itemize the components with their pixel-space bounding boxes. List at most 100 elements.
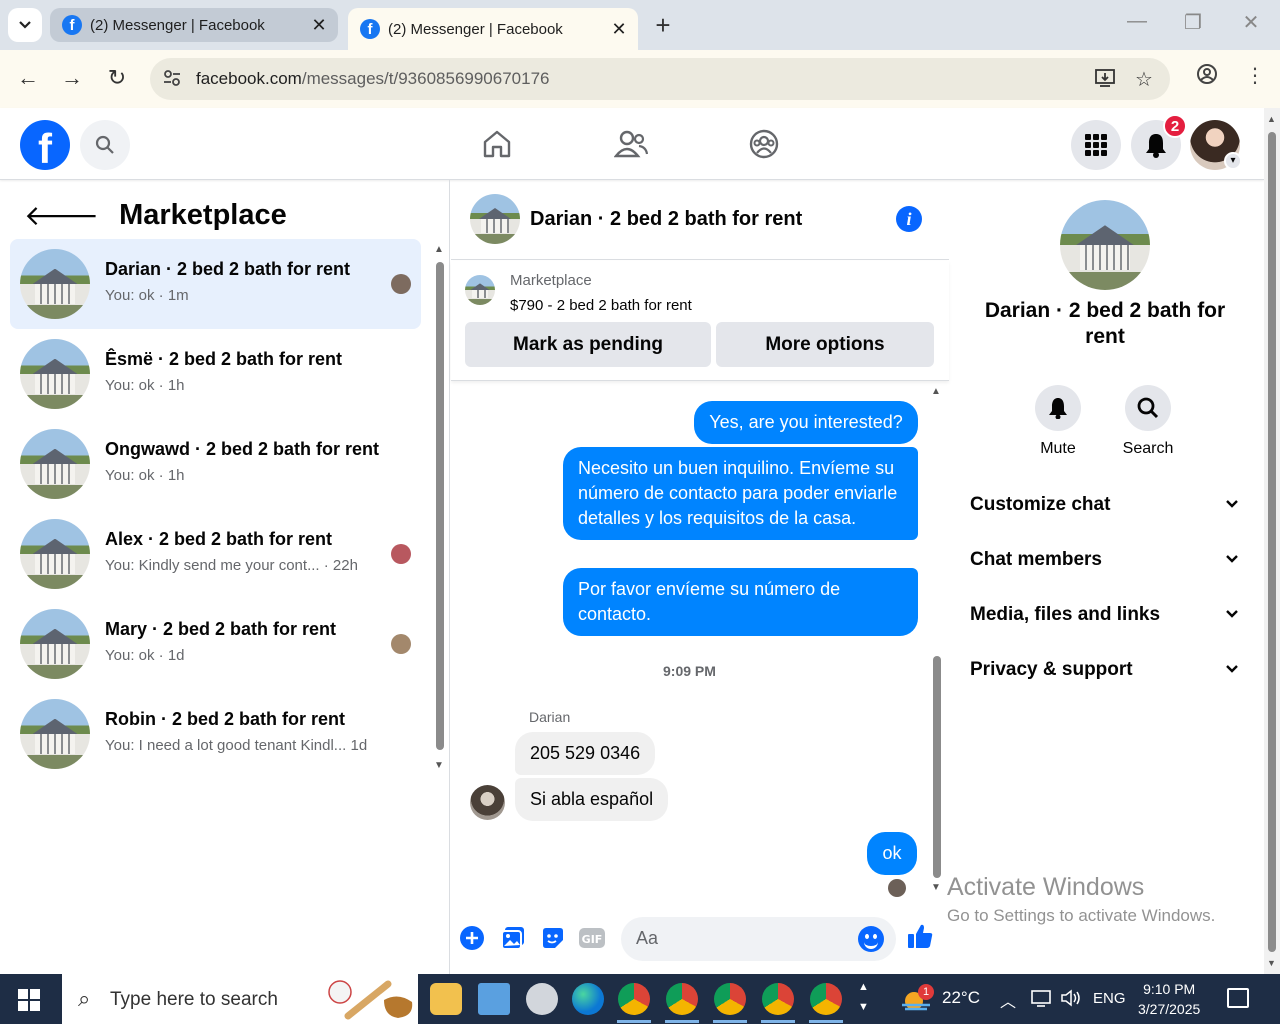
chat-avatar[interactable] — [470, 194, 520, 244]
back-arrow-icon[interactable]: ← — [13, 63, 43, 93]
more-options-button[interactable]: More options — [716, 322, 934, 367]
groups-icon[interactable] — [746, 126, 782, 162]
install-app-icon[interactable] — [1094, 67, 1116, 95]
chrome-icon[interactable] — [762, 983, 794, 1015]
windows-start-icon[interactable] — [18, 989, 40, 1011]
chrome-icon[interactable] — [618, 983, 650, 1015]
chat-scrollbar[interactable]: ▲ ▼ — [931, 386, 943, 896]
file-explorer-icon[interactable] — [430, 983, 462, 1015]
outgoing-message[interactable]: Por favor envíeme su número de contacto. — [563, 568, 918, 636]
chrome-icon[interactable] — [714, 983, 746, 1015]
friends-icon[interactable] — [613, 126, 649, 162]
privacy-support-section[interactable]: Privacy & support — [970, 659, 1240, 689]
page-scrollbar[interactable]: ▲ ▼ — [1264, 108, 1280, 974]
scrollbar-thumb[interactable] — [436, 262, 444, 750]
conversation-item[interactable]: Mary · 2 bed 2 bath for rent You: ok · 1… — [10, 599, 421, 689]
customize-chat-section[interactable]: Customize chat — [970, 494, 1240, 524]
emoji-icon[interactable] — [858, 926, 884, 952]
mute-button[interactable]: Mute — [1018, 385, 1098, 458]
mark-as-pending-button[interactable]: Mark as pending — [465, 322, 711, 367]
sticker-icon[interactable] — [539, 924, 567, 952]
volume-icon[interactable] — [1060, 988, 1082, 1013]
incoming-message[interactable]: 205 529 0346 — [515, 732, 656, 775]
chrome-icon[interactable] — [666, 983, 698, 1015]
chat-details-avatar[interactable] — [1060, 200, 1150, 290]
scrollbar-thumb[interactable] — [1268, 132, 1276, 952]
listing-thumbnail[interactable] — [465, 275, 495, 305]
photo-icon[interactable] — [499, 924, 527, 952]
conversation-item[interactable]: Robin · 2 bed 2 bath for rent You: I nee… — [10, 689, 421, 779]
weather-temperature[interactable]: 22°C — [942, 988, 980, 1008]
restore-icon[interactable]: ❐ — [1178, 10, 1208, 35]
network-icon[interactable] — [1030, 988, 1052, 1013]
forward-arrow-icon[interactable]: → — [57, 63, 87, 93]
facebook-search-button[interactable] — [80, 120, 130, 170]
menu-grid-button[interactable] — [1071, 120, 1121, 170]
chat-title[interactable]: Darian · 2 bed 2 bath for rent — [530, 208, 802, 231]
snipping-tool-icon[interactable] — [526, 983, 558, 1015]
browser-menu-icon[interactable]: ⋮ — [1245, 63, 1265, 88]
listing-price-title[interactable]: $790 - 2 bed 2 bath for rent — [510, 297, 692, 314]
info-icon[interactable]: i — [896, 206, 922, 232]
weather-badge: 1 — [918, 984, 934, 1000]
browser-tab-2[interactable]: f (2) Messenger | Facebook ✕ — [348, 8, 638, 50]
conversation-item[interactable]: Darian · 2 bed 2 bath for rent You: ok ·… — [10, 239, 421, 329]
outgoing-message[interactable]: ok — [867, 832, 917, 875]
bookmark-star-icon[interactable]: ☆ — [1135, 67, 1153, 92]
facebook-favicon-icon: f — [62, 15, 82, 35]
close-tab-icon[interactable]: ✕ — [306, 15, 332, 36]
incoming-message[interactable]: Si abla español — [515, 778, 669, 821]
language-indicator[interactable]: ENG — [1093, 990, 1126, 1007]
profile-icon[interactable] — [1196, 63, 1218, 91]
scroll-down-arrow-icon[interactable]: ▼ — [931, 882, 941, 893]
gif-icon[interactable]: GIF — [578, 924, 606, 952]
close-window-icon[interactable]: ✕ — [1236, 10, 1266, 35]
chevron-down-icon — [1226, 610, 1238, 618]
home-icon[interactable] — [479, 126, 515, 162]
scroll-up-arrow-icon[interactable]: ▲ — [931, 386, 941, 397]
tab-search-button[interactable] — [8, 8, 42, 42]
message-input[interactable]: Aa — [621, 917, 896, 961]
chrome-icon[interactable] — [810, 983, 842, 1015]
search-in-chat-button[interactable]: Search — [1108, 385, 1188, 458]
chat-members-section[interactable]: Chat members — [970, 549, 1240, 579]
edge-icon[interactable] — [572, 983, 604, 1015]
scrollbar-thumb[interactable] — [933, 656, 941, 878]
close-tab-icon[interactable]: ✕ — [606, 19, 632, 40]
active-app-indicator — [665, 1020, 699, 1023]
new-tab-button[interactable]: + — [648, 10, 678, 40]
back-arrow-icon[interactable]: 🡐 — [24, 198, 99, 232]
media-files-links-section[interactable]: Media, files and links — [970, 604, 1240, 634]
conversation-item[interactable]: Alex · 2 bed 2 bath for rent You: Kindly… — [10, 509, 421, 599]
listing-thumbnail — [20, 249, 90, 319]
taskbar-scroll-arrows[interactable]: ▲ ▼ — [858, 977, 869, 1017]
site-info-icon[interactable] — [162, 68, 182, 93]
browser-tab-1[interactable]: f (2) Messenger | Facebook ✕ — [50, 8, 338, 42]
scroll-down-arrow-icon[interactable]: ▼ — [434, 760, 444, 771]
outgoing-message[interactable]: Necesito un buen inquilino. Envíeme su n… — [563, 447, 918, 540]
plus-icon[interactable] — [458, 924, 486, 952]
reload-icon[interactable]: ↻ — [102, 63, 132, 93]
chevron-up-icon[interactable]: ︿ — [1000, 988, 1016, 1012]
facebook-logo-icon[interactable]: f — [20, 120, 70, 170]
scroll-up-arrow-icon[interactable]: ▲ — [434, 244, 444, 255]
chevron-down-icon[interactable]: ▾ — [1224, 152, 1242, 170]
outgoing-message[interactable]: Yes, are you interested? — [694, 401, 918, 444]
scroll-down-arrow-icon[interactable]: ▼ — [1267, 958, 1276, 968]
address-bar[interactable]: facebook.com/messages/t/9360856990670176… — [150, 58, 1170, 100]
active-app-indicator — [617, 1020, 651, 1023]
pc-icon[interactable] — [478, 983, 510, 1015]
sender-avatar[interactable] — [470, 785, 505, 820]
conversation-list-scrollbar[interactable]: ▲ ▼ — [434, 244, 446, 774]
conversation-item[interactable]: Êsmë · 2 bed 2 bath for rent You: ok · 1… — [10, 329, 421, 419]
conversation-item[interactable]: Ongwawd · 2 bed 2 bath for rent You: ok … — [10, 419, 421, 509]
thumbs-up-icon[interactable] — [906, 922, 934, 950]
conversation-name: Mary · 2 bed 2 bath for rent — [105, 619, 337, 639]
search-label: Search — [1122, 440, 1174, 457]
conversation-name: Robin · 2 bed 2 bath for rent — [105, 709, 346, 729]
scroll-up-arrow-icon[interactable]: ▲ — [1267, 114, 1276, 124]
notification-center-icon[interactable] — [1227, 988, 1249, 1008]
conversation-name: Darian · 2 bed 2 bath for rent — [105, 259, 351, 279]
minimize-icon[interactable]: — — [1122, 10, 1152, 33]
taskbar-clock[interactable]: 9:10 PM 3/27/2025 — [1138, 979, 1200, 1019]
